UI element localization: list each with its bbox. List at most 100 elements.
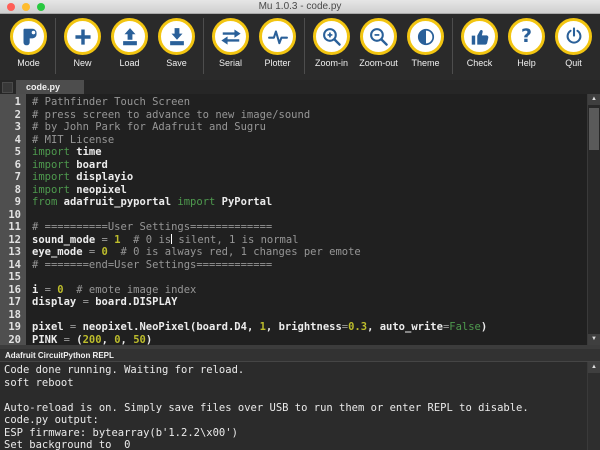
code-token: 0.3: [348, 321, 367, 333]
code-token: import: [177, 196, 215, 208]
code-token: =: [57, 334, 76, 346]
toolbar: ModeNew Load Save Serial Plotter Zoom-in Zoom-…: [0, 14, 600, 80]
code-token: displayio: [70, 171, 133, 183]
code-token: from: [32, 196, 57, 208]
line-number-gutter: 1234567891011121314151617181920: [0, 94, 26, 345]
toolbar-button-label: Help: [517, 58, 536, 68]
toolbar-button-label: Zoom-out: [359, 58, 398, 68]
line-number: 6: [0, 159, 21, 172]
code-line: i = 0 # emote image index: [32, 284, 600, 297]
toolbar-button-plotter[interactable]: Plotter: [254, 18, 301, 68]
toolbar-button-label: Serial: [219, 58, 242, 68]
code-line: sound_mode = 1 # 0 is silent, 1 is norma…: [32, 234, 600, 247]
code-token: , auto_write: [367, 321, 443, 333]
tab-code-py[interactable]: code.py: [16, 80, 84, 94]
repl-output: Code done running. Waiting for reload.so…: [0, 362, 600, 450]
window-title: Mu 1.0.3 - code.py: [0, 1, 600, 12]
toolbar-button-zoom-in[interactable]: Zoom-in: [308, 18, 355, 68]
toolbar-button-label: Check: [467, 58, 493, 68]
code-line: # press screen to advance to new image/s…: [32, 109, 600, 122]
code-line: display = board.DISPLAY: [32, 296, 600, 309]
mode-icon: [10, 18, 47, 55]
editor-scrollbar-thumb[interactable]: [589, 108, 599, 150]
zoom-out-icon: [360, 18, 397, 55]
line-number: 4: [0, 134, 21, 147]
code-line: import time: [32, 146, 600, 159]
toolbar-button-theme[interactable]: Theme: [402, 18, 449, 68]
repl-header: Adafruit CircuitPython REPL: [0, 349, 600, 362]
code-token: # by John Park for Adafruit and Sugru: [32, 121, 266, 133]
code-line: import board: [32, 159, 600, 172]
toolbar-button-zoom-out[interactable]: Zoom-out: [355, 18, 402, 68]
code-token: board: [70, 159, 108, 171]
repl-line: ESP firmware: bytearray(b'1.2.2\x00'): [4, 427, 584, 440]
line-number: 15: [0, 271, 21, 284]
scroll-up-icon[interactable]: ▲: [588, 362, 600, 373]
thumbs-up-icon: [461, 18, 498, 55]
code-token: adafruit_pyportal: [57, 196, 177, 208]
code-token: =: [83, 246, 102, 258]
scroll-down-icon[interactable]: ▼: [588, 334, 600, 345]
code-token: 200: [83, 334, 102, 346]
toolbar-button-load[interactable]: Load: [106, 18, 153, 68]
code-token: eye_mode: [32, 246, 83, 258]
code-token: 50: [133, 334, 146, 346]
toolbar-button-label: Theme: [411, 58, 439, 68]
code-token: sound_mode: [32, 234, 95, 246]
toolbar-button-new[interactable]: New: [59, 18, 106, 68]
code-token: PyPortal: [215, 196, 272, 208]
editor-scrollbar[interactable]: ▲ ▼: [587, 94, 600, 345]
code-token: time: [70, 146, 102, 158]
code-token: neopixel.NeoPixel(board.D4,: [83, 321, 260, 333]
window-titlebar: Mu 1.0.3 - code.py: [0, 0, 600, 14]
line-number: 9: [0, 196, 21, 209]
toolbar-button-label: Zoom-in: [315, 58, 348, 68]
code-editor[interactable]: 1234567891011121314151617181920 # Pathfi…: [0, 94, 600, 345]
code-token: ): [481, 321, 487, 333]
toolbar-button-save[interactable]: Save: [153, 18, 200, 68]
toolbar-button-mode[interactable]: Mode: [5, 18, 52, 68]
line-number: 18: [0, 309, 21, 322]
code-line: # by John Park for Adafruit and Sugru: [32, 121, 600, 134]
code-token: , brightness: [266, 321, 342, 333]
repl-panel[interactable]: Code done running. Waiting for reload.so…: [0, 362, 600, 450]
code-token: =: [76, 296, 95, 308]
toolbar-button-label: Quit: [565, 58, 582, 68]
toolbar-button-quit[interactable]: Quit: [550, 18, 597, 68]
load-icon: [111, 18, 148, 55]
code-text-area[interactable]: # Pathfinder Touch Screen# press screen …: [26, 94, 600, 345]
code-line: PINK = (200, 0, 50): [32, 334, 600, 346]
toolbar-separator: [452, 18, 453, 74]
code-token: board.DISPLAY: [95, 296, 177, 308]
serial-icon: [212, 18, 249, 55]
tab-bar: code.py: [0, 80, 600, 94]
toolbar-button-label: Load: [119, 58, 139, 68]
scroll-up-icon[interactable]: ▲: [588, 94, 600, 105]
tab-bar-corner-icon: [2, 82, 13, 93]
line-number: 14: [0, 259, 21, 272]
line-number: 1: [0, 96, 21, 109]
code-token: # Pathfinder Touch Screen: [32, 96, 190, 108]
code-token: # MIT License: [32, 134, 114, 146]
code-line: from adafruit_pyportal import PyPortal: [32, 196, 600, 209]
code-token: import: [32, 159, 70, 171]
code-token: # ==========User Settings=============: [32, 221, 272, 233]
code-line: eye_mode = 0 # 0 is always red, 1 change…: [32, 246, 600, 259]
toolbar-button-serial[interactable]: Serial: [207, 18, 254, 68]
line-number: 10: [0, 209, 21, 222]
repl-scrollbar[interactable]: ▲: [587, 362, 600, 450]
line-number: 8: [0, 184, 21, 197]
code-token: ,: [121, 334, 134, 346]
code-token: neopixel: [70, 184, 127, 196]
code-token: PINK: [32, 334, 57, 346]
line-number: 19: [0, 321, 21, 334]
code-token: =: [38, 284, 57, 296]
power-icon: [555, 18, 592, 55]
code-line: # Pathfinder Touch Screen: [32, 96, 600, 109]
code-line: import displayio: [32, 171, 600, 184]
code-token: # 0 is: [121, 234, 172, 246]
code-token: import: [32, 171, 70, 183]
toolbar-button-help[interactable]: ?Help: [503, 18, 550, 68]
line-number: 12: [0, 234, 21, 247]
toolbar-button-check[interactable]: Check: [456, 18, 503, 68]
